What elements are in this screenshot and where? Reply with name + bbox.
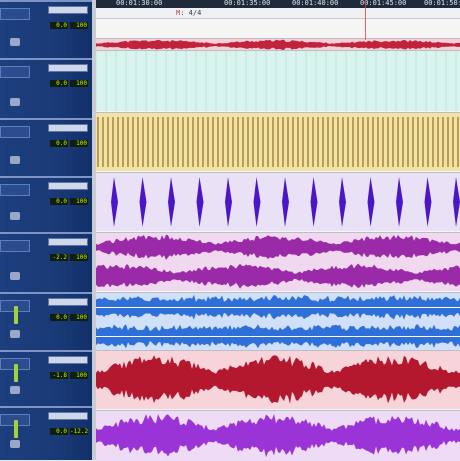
track-name-field[interactable] <box>48 6 88 14</box>
drum-hit <box>253 177 261 227</box>
drum-hit <box>139 177 147 227</box>
mixer-separator <box>0 350 92 352</box>
track-name-field[interactable] <box>48 356 88 364</box>
track-header[interactable] <box>0 240 30 252</box>
track-guitar[interactable] <box>96 292 460 351</box>
meter-label: M: 4/4 <box>176 9 202 17</box>
waveform-hats <box>97 117 459 167</box>
track-header[interactable] <box>0 8 30 20</box>
waveform-synth <box>96 413 460 458</box>
playhead[interactable] <box>365 0 366 40</box>
level-meter <box>14 306 18 324</box>
track-hats[interactable] <box>96 112 460 171</box>
track-kick[interactable] <box>96 172 460 231</box>
waveform-vocal <box>96 355 460 404</box>
pan-readout: 100 <box>70 80 88 87</box>
solo-button[interactable] <box>10 386 20 394</box>
meter-ruler[interactable]: M: 4/4 <box>96 8 460 19</box>
volume-readout: 0.0 <box>50 428 68 435</box>
track-name-field[interactable] <box>48 64 88 72</box>
track-synth[interactable] <box>96 410 460 461</box>
drum-hit <box>196 177 204 227</box>
timecode-label: 00:01:30:00 <box>116 0 163 7</box>
mixer-separator <box>0 176 92 178</box>
drum-hit <box>310 177 318 227</box>
mixer-separator <box>0 118 92 120</box>
waveform-lane <box>96 355 460 404</box>
track-name-field[interactable] <box>48 238 88 246</box>
track-header[interactable] <box>0 184 30 196</box>
pan-readout: 100 <box>70 254 88 261</box>
track-name-field[interactable] <box>48 124 88 132</box>
pan-readout: 100 <box>70 198 88 205</box>
track-header[interactable] <box>0 66 30 78</box>
mixer-separator <box>0 58 92 60</box>
drum-hit <box>453 177 460 227</box>
solo-button[interactable] <box>10 98 20 106</box>
track-pad-stereo[interactable] <box>96 232 460 291</box>
mixer-separator <box>0 406 92 408</box>
volume-readout: 0.0 <box>50 22 68 29</box>
mixer-panel: 0.0 100 0.0 100 0.0 100 0.0 100 -2.2 100 0.0 100 -1.… <box>0 0 92 460</box>
solo-button[interactable] <box>10 330 20 338</box>
track-vocal[interactable] <box>96 350 460 409</box>
track-name-field[interactable] <box>48 412 88 420</box>
solo-button[interactable] <box>10 440 20 448</box>
timecode-ruler[interactable]: 00:01:30:00 00:01:35:00 00:01:40:00 00:01:4… <box>96 0 460 8</box>
pan-readout: -12.2 <box>70 428 89 435</box>
drum-hit <box>424 177 432 227</box>
track-name-field[interactable] <box>48 298 88 306</box>
timecode-label: 00:01:35:00 <box>224 0 271 7</box>
volume-readout: -2.2 <box>50 254 68 261</box>
waveform-lane <box>96 263 460 289</box>
drum-hit <box>367 177 375 227</box>
waveform-lane <box>96 413 460 458</box>
level-meter <box>14 420 18 438</box>
pan-readout: 100 <box>70 140 88 147</box>
waveform-lane <box>96 39 460 50</box>
timecode-label: 00:01:45:00 <box>360 0 407 7</box>
waveform-guitar <box>96 294 460 349</box>
waveform-kick <box>111 177 460 227</box>
mixer-separator <box>0 292 92 294</box>
waveform-lane <box>96 234 460 260</box>
drum-hit <box>168 177 175 227</box>
waveform-pad-stereo <box>96 234 460 289</box>
drum-hit <box>339 177 346 227</box>
mixer-separator <box>0 232 92 234</box>
solo-button[interactable] <box>10 156 20 164</box>
timecode-label: 00:01:40:00 <box>292 0 339 7</box>
solo-button[interactable] <box>10 212 20 220</box>
track-header[interactable] <box>0 126 30 138</box>
volume-readout: 0.0 <box>50 314 68 321</box>
level-meter <box>14 364 18 382</box>
drum-hit <box>111 177 118 227</box>
pan-readout: 100 <box>70 372 88 379</box>
edit-window: 00:01:30:00 00:01:35:00 00:01:40:00 00:01:4… <box>92 0 460 461</box>
track-empty-mint[interactable] <box>96 50 460 111</box>
mixer-separator <box>0 0 92 2</box>
drum-hit <box>396 177 403 227</box>
solo-button[interactable] <box>10 38 20 46</box>
drum-hit <box>225 177 232 227</box>
waveform-empty-mint <box>96 51 457 111</box>
timecode-label: 00:01:50:00 <box>424 0 460 7</box>
track-name-field[interactable] <box>48 182 88 190</box>
volume-readout: 0.0 <box>50 80 68 87</box>
volume-readout: -1.8 <box>50 372 68 379</box>
volume-readout: 0.0 <box>50 198 68 205</box>
pan-readout: 100 <box>70 314 88 321</box>
solo-button[interactable] <box>10 272 20 280</box>
volume-readout: 0.0 <box>50 140 68 147</box>
meter-value: 4/4 <box>188 9 202 17</box>
pan-readout: 100 <box>70 22 88 29</box>
drum-hit <box>282 177 289 227</box>
